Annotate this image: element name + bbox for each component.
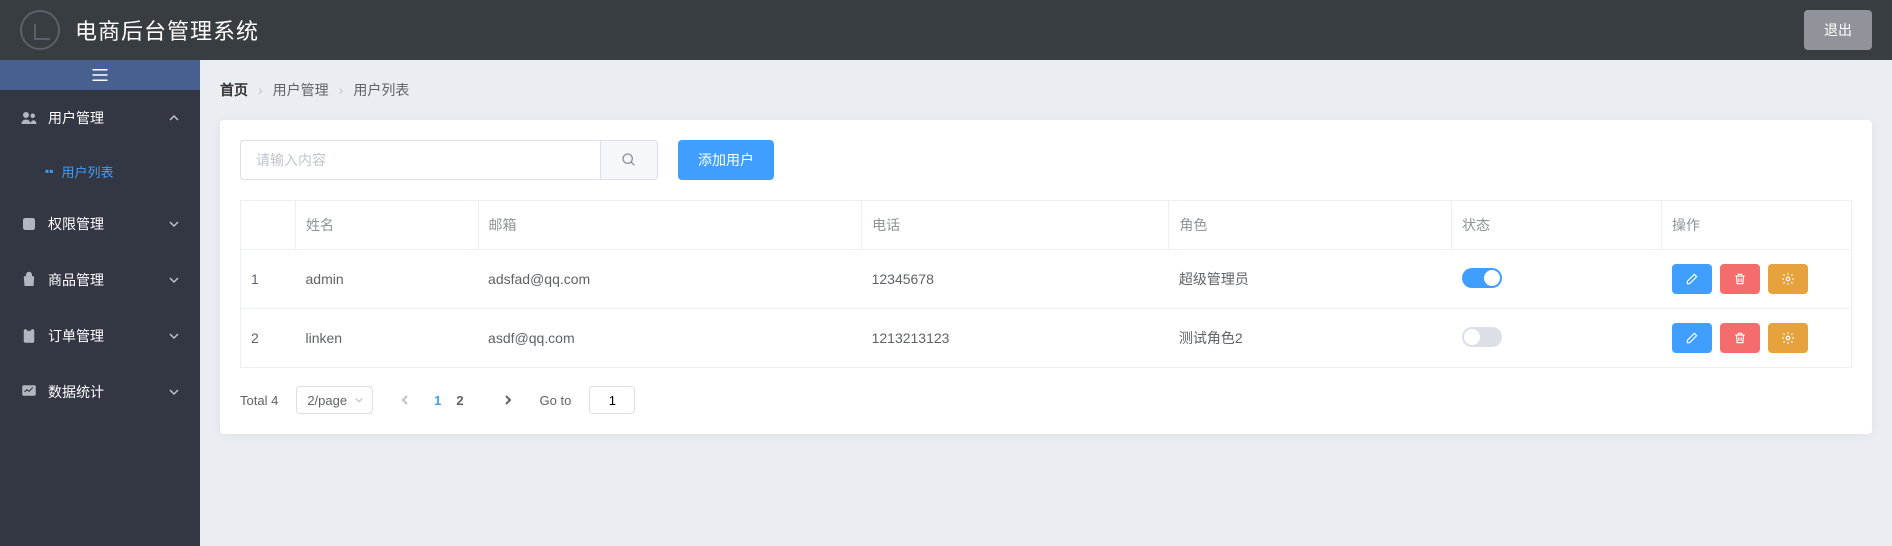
sidebar-item-label: 权限管理 [48, 214, 168, 234]
sidebar: 用户管理 ▪▪ 用户列表 权限管理 商品管理 订单管理 数据统计 [0, 60, 200, 546]
page-size-select[interactable]: 2/page [296, 386, 373, 414]
edit-icon [1685, 331, 1699, 345]
chevron-down-icon [168, 218, 180, 230]
table-row: 2 linken asdf@qq.com 1213213123 测试角色2 [241, 309, 1852, 368]
cell-role: 测试角色2 [1169, 309, 1452, 368]
edit-button[interactable] [1672, 323, 1712, 353]
chevron-down-icon [168, 274, 180, 286]
cell-status [1452, 309, 1662, 368]
next-page-button[interactable] [494, 386, 522, 414]
pagination: Total 4 2/page 12 Go to [240, 386, 1852, 414]
cell-index: 2 [241, 309, 296, 368]
col-header-phone: 电话 [862, 201, 1169, 250]
collapse-icon [91, 68, 109, 82]
page-number[interactable]: 1 [434, 393, 441, 408]
main-content: 首页 › 用户管理 › 用户列表 添加用户 [200, 60, 1892, 546]
delete-button[interactable] [1720, 323, 1760, 353]
cell-name: linken [296, 309, 479, 368]
sidebar-item-stats[interactable]: 数据统计 [0, 364, 200, 420]
col-header-name: 姓名 [296, 201, 479, 250]
chevron-down-icon [168, 330, 180, 342]
sidebar-item-label: 订单管理 [48, 326, 168, 346]
chevron-down-icon [354, 395, 364, 405]
setting-button[interactable] [1768, 323, 1808, 353]
cell-index: 1 [241, 250, 296, 309]
cell-status [1452, 250, 1662, 309]
logo-icon [20, 10, 60, 50]
search-input[interactable] [240, 140, 600, 180]
edit-button[interactable] [1672, 264, 1712, 294]
breadcrumb-page: 用户列表 [353, 80, 409, 100]
col-header-index [241, 201, 296, 250]
pagination-total: Total 4 [240, 393, 278, 408]
gear-icon [1781, 272, 1795, 286]
setting-button[interactable] [1768, 264, 1808, 294]
users-icon [20, 109, 38, 127]
col-header-email: 邮箱 [478, 201, 862, 250]
header-left: 电商后台管理系统 [20, 10, 259, 50]
sidebar-item-permissions[interactable]: 权限管理 [0, 196, 200, 252]
chevron-right-icon: › [258, 82, 263, 98]
search-group [240, 140, 658, 180]
goto-input[interactable] [589, 386, 635, 414]
order-icon [20, 327, 38, 345]
cell-name: admin [296, 250, 479, 309]
chevron-down-icon [168, 386, 180, 398]
table-row: 1 admin adsfad@qq.com 12345678 超级管理员 [241, 250, 1852, 309]
menu-dot-icon: ▪▪ [45, 164, 54, 178]
app-title: 电商后台管理系统 [75, 14, 259, 46]
search-icon [621, 152, 637, 168]
chevron-right-icon [502, 394, 514, 406]
logout-button[interactable]: 退出 [1804, 10, 1872, 50]
status-switch[interactable] [1462, 268, 1502, 288]
sidebar-item-orders[interactable]: 订单管理 [0, 308, 200, 364]
col-header-role: 角色 [1169, 201, 1452, 250]
breadcrumb-home[interactable]: 首页 [220, 80, 248, 100]
trash-icon [1733, 272, 1747, 286]
col-header-actions: 操作 [1662, 201, 1852, 250]
gear-icon [1781, 331, 1795, 345]
add-user-button[interactable]: 添加用户 [678, 140, 774, 180]
chevron-right-icon: › [339, 82, 344, 98]
status-switch[interactable] [1462, 327, 1502, 347]
sidebar-item-label: 用户管理 [48, 108, 168, 128]
cell-phone: 12345678 [862, 250, 1169, 309]
user-table: 姓名 邮箱 电话 角色 状态 操作 1 admin adsfad@qq.com … [240, 200, 1852, 368]
chevron-up-icon [168, 112, 180, 124]
chart-icon [20, 383, 38, 401]
edit-icon [1685, 272, 1699, 286]
sidebar-item-label: 数据统计 [48, 382, 168, 402]
table-header-row: 姓名 邮箱 电话 角色 状态 操作 [241, 201, 1852, 250]
sidebar-subitem-label: 用户列表 [62, 162, 114, 181]
cell-actions [1662, 309, 1852, 368]
col-header-status: 状态 [1452, 201, 1662, 250]
cell-actions [1662, 250, 1852, 309]
search-button[interactable] [600, 140, 658, 180]
key-icon [20, 215, 38, 233]
sidebar-item-goods[interactable]: 商品管理 [0, 252, 200, 308]
cell-email: asdf@qq.com [478, 309, 862, 368]
page-nav: 12 [391, 386, 521, 414]
page-size-value: 2/page [307, 393, 347, 408]
goto-label: Go to [540, 393, 572, 408]
toolbar: 添加用户 [240, 140, 1852, 180]
cell-phone: 1213213123 [862, 309, 1169, 368]
sidebar-subitem-user-list[interactable]: ▪▪ 用户列表 [0, 146, 200, 196]
content-card: 添加用户 姓名 邮箱 电话 角色 状态 操作 1 admin ad [220, 120, 1872, 434]
sidebar-item-label: 商品管理 [48, 270, 168, 290]
breadcrumb-group[interactable]: 用户管理 [273, 80, 329, 100]
delete-button[interactable] [1720, 264, 1760, 294]
cell-role: 超级管理员 [1169, 250, 1452, 309]
chevron-left-icon [399, 394, 411, 406]
cell-email: adsfad@qq.com [478, 250, 862, 309]
header: 电商后台管理系统 退出 [0, 0, 1892, 60]
goods-icon [20, 271, 38, 289]
sidebar-item-users[interactable]: 用户管理 [0, 90, 200, 146]
page-number[interactable]: 2 [456, 393, 463, 408]
trash-icon [1733, 331, 1747, 345]
prev-page-button[interactable] [391, 386, 419, 414]
layout: 用户管理 ▪▪ 用户列表 权限管理 商品管理 订单管理 数据统计 [0, 60, 1892, 546]
breadcrumb: 首页 › 用户管理 › 用户列表 [220, 80, 1872, 100]
collapse-toggle[interactable] [0, 60, 200, 90]
